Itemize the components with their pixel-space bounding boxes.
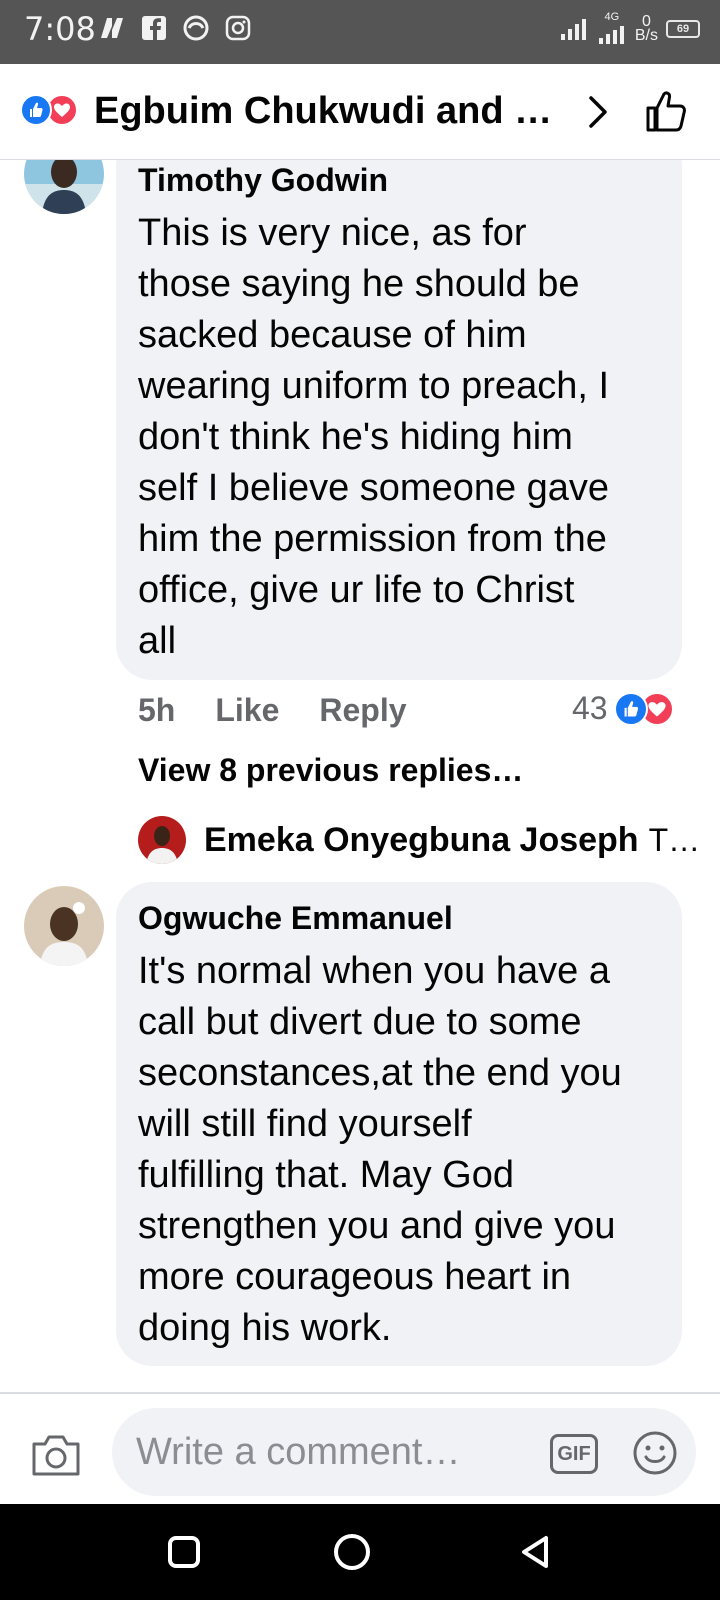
comment-input[interactable] xyxy=(136,1408,516,1496)
header-reactions[interactable] xyxy=(20,92,90,128)
reply-author[interactable]: Emeka Onyegbuna Joseph xyxy=(204,821,639,860)
data-rate: 0 B/s xyxy=(634,14,658,44)
comment-author[interactable]: Timothy Godwin xyxy=(138,162,388,199)
reply-snippet: T… xyxy=(648,821,701,858)
avatar[interactable] xyxy=(24,160,104,214)
reaction-count-value: 43 xyxy=(572,690,608,726)
comment-input-pill[interactable]: GIF xyxy=(112,1408,696,1496)
like-reaction-icon xyxy=(613,691,648,726)
battery-indicator: 69 xyxy=(666,20,700,38)
instagram-icon xyxy=(225,15,251,41)
reply-button[interactable]: Reply xyxy=(319,692,406,729)
home-icon[interactable] xyxy=(332,1532,372,1572)
header-title[interactable]: Egbuim Chukwudi and … xyxy=(94,90,564,133)
status-time: 7:08 xyxy=(24,10,96,48)
thumbs-up-icon[interactable] xyxy=(642,88,690,136)
chevron-right-icon[interactable] xyxy=(582,92,614,132)
comment-composer: GIF xyxy=(0,1392,720,1504)
like-reaction-icon xyxy=(20,94,52,126)
system-navigation-bar xyxy=(0,1504,720,1600)
gif-button[interactable]: GIF xyxy=(550,1434,598,1474)
signal-icon xyxy=(560,19,586,40)
comments-list[interactable]: Timothy Godwin This is very nice, as for… xyxy=(0,160,720,1392)
status-bar: 7:08 4G 0 B/s 69 xyxy=(0,0,720,64)
comments-header: Egbuim Chukwudi and … xyxy=(0,64,720,160)
like-button[interactable]: Like xyxy=(215,692,279,729)
camera-icon[interactable] xyxy=(30,1432,82,1478)
comment-text: It's normal when you have a call but div… xyxy=(138,950,622,1349)
latest-reply[interactable]: Emeka Onyegbuna Joseph T… xyxy=(138,816,700,864)
network-type-label: 4G xyxy=(604,11,620,23)
comment-time: 5h xyxy=(138,692,176,728)
comment-actions: 5h Like Reply xyxy=(138,692,407,729)
emoji-icon[interactable] xyxy=(632,1430,678,1476)
facebook-icon xyxy=(142,16,166,40)
comments-sheet: Egbuim Chukwudi and … Timothy Godwin Thi… xyxy=(0,64,720,1504)
comment-author[interactable]: Ogwuche Emmanuel xyxy=(138,900,453,937)
comment-text: This is very nice, as for those saying h… xyxy=(138,212,610,662)
back-icon[interactable] xyxy=(516,1532,556,1572)
avatar[interactable] xyxy=(24,886,104,966)
reply-avatar[interactable] xyxy=(138,816,186,864)
signal-icon-2 xyxy=(598,26,624,44)
data-rate-unit: B/s xyxy=(634,27,658,44)
n-app-icon xyxy=(101,18,123,38)
network-type: 4G xyxy=(597,10,627,48)
status-right: 4G 0 B/s 69 xyxy=(559,10,700,48)
notification-icons xyxy=(98,14,252,42)
reaction-count[interactable]: 43 xyxy=(572,690,674,727)
view-previous-replies[interactable]: View 8 previous replies… xyxy=(138,752,523,789)
swirl-app-icon xyxy=(183,15,209,41)
recents-icon[interactable] xyxy=(164,1532,204,1572)
